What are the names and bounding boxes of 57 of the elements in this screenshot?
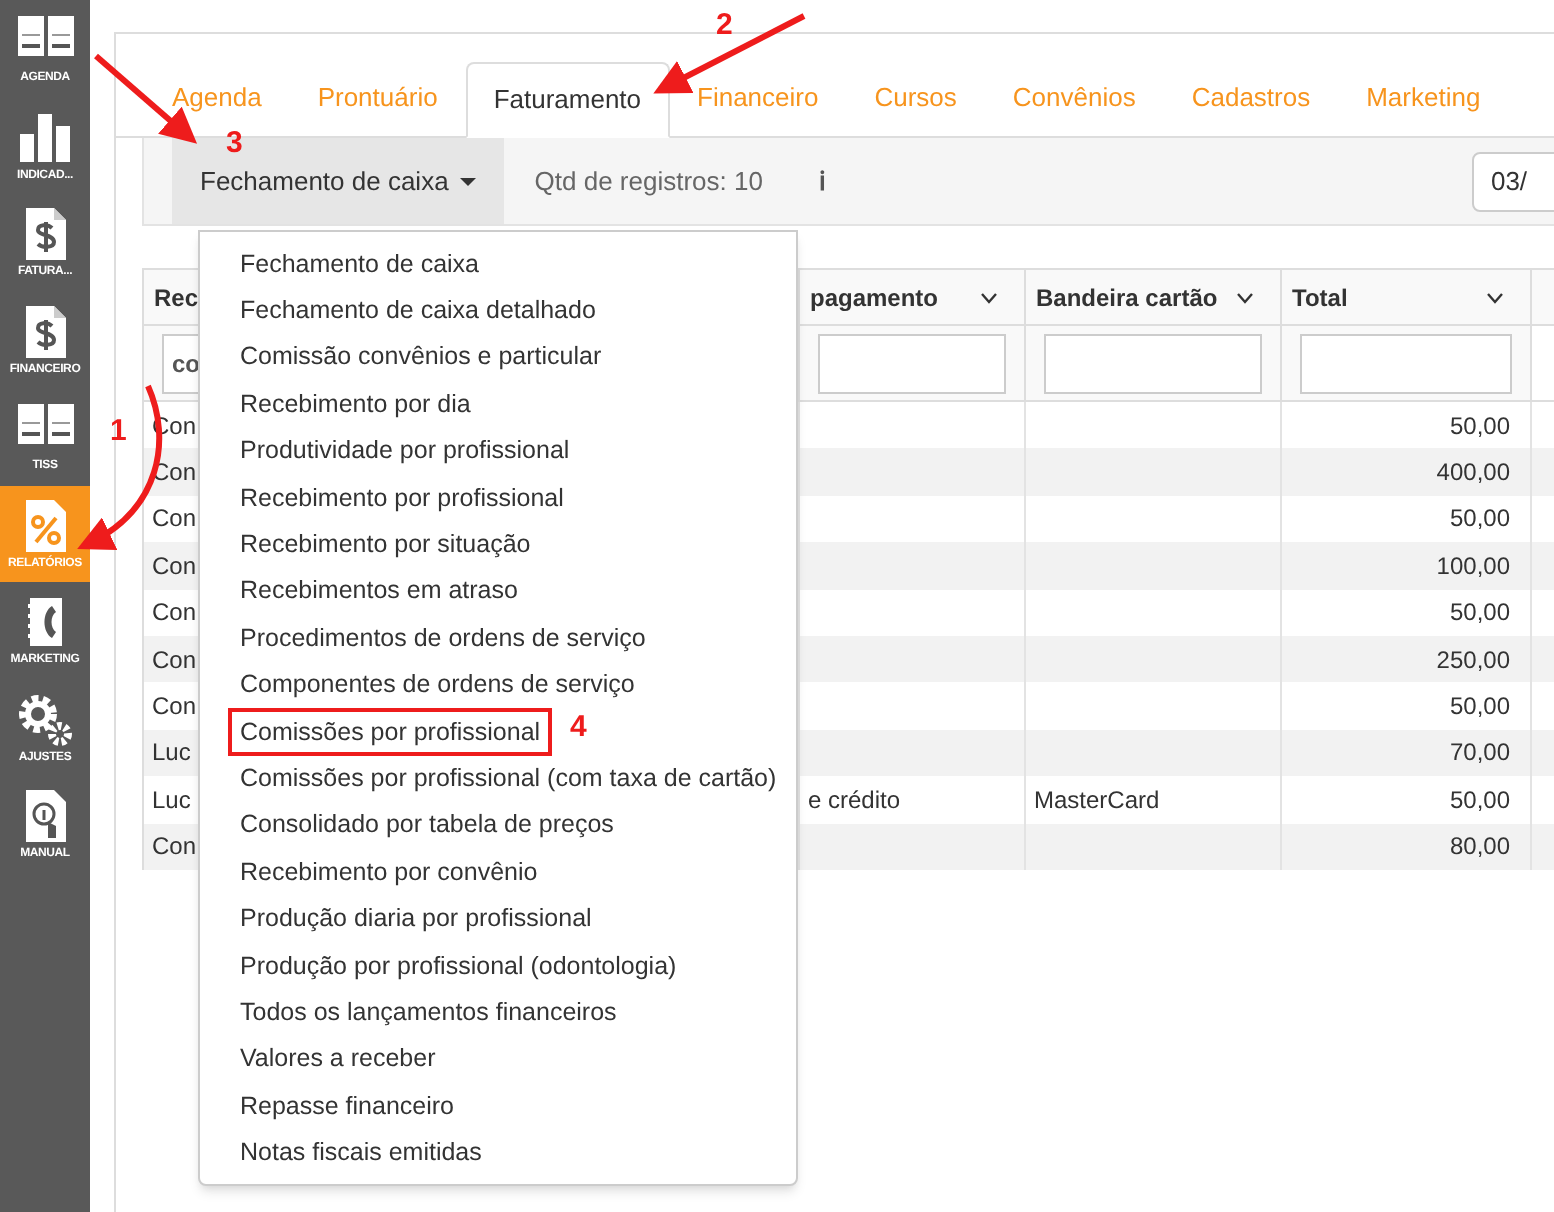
- filter-field[interactable]: [818, 333, 1006, 393]
- column-header[interactable]: Total: [1282, 270, 1532, 324]
- menu-item[interactable]: Recebimentos em atraso: [228, 566, 530, 615]
- menu-item[interactable]: Valores a receber: [228, 1034, 448, 1083]
- gears-icon: [15, 691, 75, 748]
- annotation-number: 1: [110, 416, 127, 446]
- caret-icon: [460, 177, 477, 185]
- menu-item[interactable]: Recebimento por convênio: [228, 847, 550, 896]
- annotation-number: 2: [716, 10, 733, 40]
- menu-item[interactable]: Componentes de ordens de serviço: [228, 660, 647, 709]
- table-cell-text: 400,00: [1436, 456, 1510, 491]
- chevron-down-icon[interactable]: [1236, 291, 1254, 303]
- table-cell-text: 250,00: [1436, 643, 1510, 678]
- filter-field[interactable]: [1300, 333, 1512, 393]
- menu-item[interactable]: Recebimento por profissional: [228, 473, 576, 522]
- table-cell-text: 50,00: [1449, 783, 1510, 818]
- menu-item[interactable]: Produção diaria por profissional: [228, 894, 604, 943]
- table-cell-text: Con: [152, 549, 197, 584]
- table-cell-text: Con: [152, 830, 197, 865]
- table-cell-text: Luc: [152, 783, 191, 818]
- tab[interactable]: Faturamento: [465, 62, 670, 138]
- column-header[interactable]: Bandeira cartão: [1026, 270, 1282, 324]
- table-cell-text: Luc: [152, 736, 191, 771]
- menu-item[interactable]: Produtividade por profissional: [228, 426, 582, 475]
- menu-item[interactable]: Comissões por profissional: [228, 707, 553, 756]
- bar-chart-icon: [15, 109, 75, 166]
- table-cell-text: Con: [152, 596, 197, 631]
- menu-item[interactable]: Comissões por profissional (com taxa de cartão): [228, 754, 789, 802]
- table-cell-text: 50,00: [1449, 690, 1510, 725]
- table-cell-text: 50,00: [1449, 596, 1510, 631]
- menu-item[interactable]: Produção por profissional (odontologia): [228, 941, 689, 990]
- table-cell-text: Con: [152, 643, 197, 678]
- menu-item[interactable]: Todos os lançamentos financeiros: [228, 987, 629, 1036]
- table-cell-text: 70,00: [1449, 736, 1510, 771]
- table-cell-text: 100,00: [1436, 549, 1510, 584]
- menu-item[interactable]: Repasse financeiro: [228, 1081, 467, 1130]
- date-field[interactable]: 03/: [1472, 151, 1554, 211]
- filter-field[interactable]: [1044, 333, 1262, 393]
- menu-item[interactable]: Fechamento de caixa: [228, 239, 492, 288]
- chevron-down-icon[interactable]: [1486, 291, 1504, 303]
- column-header[interactable]: pagamento: [800, 270, 1026, 324]
- menu-item[interactable]: Recebimento por situação: [228, 520, 543, 569]
- info-icon[interactable]: ℹ: [818, 161, 825, 201]
- chevron-down-icon[interactable]: [980, 291, 998, 303]
- annotation-number: 4: [570, 712, 587, 742]
- table-cell-text: 50,00: [1449, 409, 1510, 444]
- menu-item[interactable]: Consolidado por tabela de preços: [228, 800, 626, 849]
- table-cell-text: e crédito: [808, 783, 901, 818]
- table-cell-text: MasterCard: [1034, 783, 1160, 818]
- table-cell-text: Con: [152, 502, 197, 537]
- menu-item[interactable]: Comissão convênios e particular: [228, 332, 614, 381]
- menu-item[interactable]: Notas fiscais emitidas: [228, 1128, 494, 1177]
- table-cell-text: 80,00: [1449, 830, 1510, 865]
- record-count: Qtd de registros: 10: [534, 163, 763, 200]
- table-cell-text: Con: [152, 690, 197, 725]
- menu-item[interactable]: Procedimentos de ordens de serviço: [228, 613, 658, 662]
- table-cell-text: 50,00: [1449, 502, 1510, 537]
